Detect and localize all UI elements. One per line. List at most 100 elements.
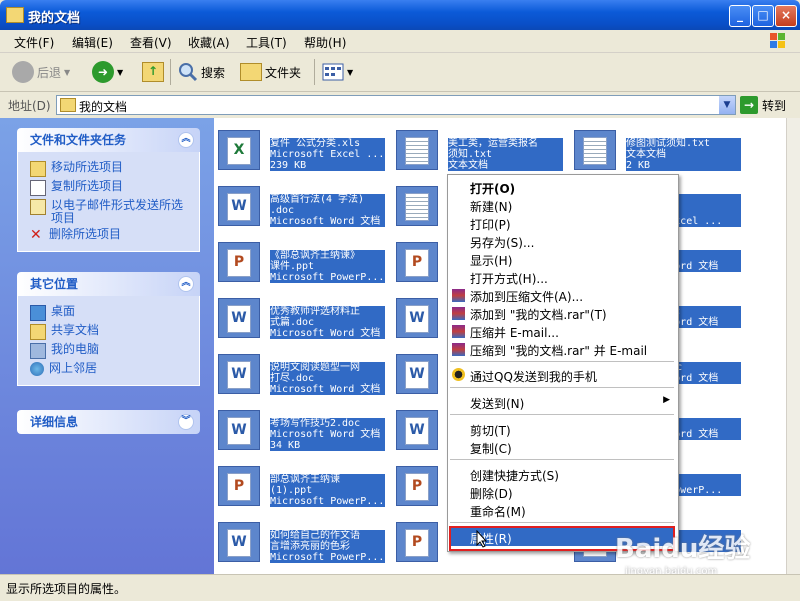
details-header[interactable]: 详细信息 ︾	[17, 410, 200, 434]
views-icon	[322, 63, 344, 81]
search-button[interactable]: 搜索	[178, 61, 225, 83]
window-title: 我的文档	[28, 11, 81, 26]
folders-button[interactable]: 文件夹	[240, 61, 301, 83]
file-item[interactable]: 修图测试须知.txt 文本文档 2 KB	[570, 124, 748, 172]
file-item[interactable]: 说明文阅读题型一网 打尽.doc Microsoft Word 文档	[214, 348, 392, 396]
txt-file-icon	[396, 186, 438, 226]
back-button[interactable]: 后退 ▼	[12, 61, 70, 83]
place-my-computer-label: 我的电脑	[51, 342, 100, 356]
vertical-scrollbar[interactable]	[786, 118, 800, 574]
go-button[interactable]: → 转到	[740, 95, 786, 115]
menu-open-with[interactable]: 打开方式(H)...	[470, 270, 548, 287]
menu-print[interactable]: 打印(P)	[470, 216, 511, 233]
menu-add-rar[interactable]: 添加到 "我的文档.rar"(T)	[470, 306, 607, 323]
menu-qq-send[interactable]: 通过QQ发送到我的手机	[470, 368, 597, 385]
task-copy[interactable]: 复制所选项目	[30, 180, 199, 196]
toolbar: 后退 ▼ ➜ ▼ ↑ 搜索 文件夹 ▼	[0, 53, 800, 92]
task-delete-label: 删除所选项目	[49, 227, 122, 241]
winrar-icon	[452, 307, 465, 320]
menu-help[interactable]: 帮助(H)	[304, 34, 346, 51]
place-my-computer[interactable]: 我的电脑	[30, 343, 199, 359]
menu-rename[interactable]: 重命名(M)	[470, 503, 526, 520]
expand-icon[interactable]: ︾	[178, 414, 194, 430]
collapse-icon[interactable]: ︽	[178, 276, 194, 292]
file-label: 《部总讽齐王纳谏》 课件.ppt Microsoft PowerP...	[270, 250, 385, 283]
address-dropdown-button[interactable]: ▼	[719, 96, 735, 114]
file-tasks-panel: 文件和文件夹任务 ︽ 移动所选项目 复制所选项目 以电子邮件形式发送所选项目 ✕…	[17, 128, 200, 252]
place-shared-docs[interactable]: 共享文档	[30, 324, 199, 340]
file-item[interactable]: 高级首行法(4 字法) .doc Microsoft Word 文档	[214, 180, 392, 228]
place-shared-docs-label: 共享文档	[51, 323, 100, 337]
task-pane: 文件和文件夹任务 ︽ 移动所选项目 复制所选项目 以电子邮件形式发送所选项目 ✕…	[0, 118, 214, 574]
file-tasks-header[interactable]: 文件和文件夹任务 ︽	[17, 128, 200, 152]
menu-favorites[interactable]: 收藏(A)	[188, 34, 230, 51]
maximize-button[interactable]: □	[752, 5, 774, 27]
menu-edit[interactable]: 编辑(E)	[72, 34, 113, 51]
file-item[interactable]: 优秀教师评选材料正 式篇.doc Microsoft Word 文档	[214, 292, 392, 340]
file-item[interactable]: 考场写作技巧2.doc Microsoft Word 文档 34 KB	[214, 404, 392, 452]
minimize-button[interactable]: _	[729, 5, 751, 27]
file-item[interactable]: 美工类，运营类报名 须知.txt 文本文档	[392, 124, 570, 172]
close-button[interactable]: ×	[775, 5, 797, 27]
place-desktop[interactable]: 桌面	[30, 305, 199, 321]
word-file-icon	[218, 410, 260, 450]
word-file-icon	[396, 410, 438, 450]
file-item[interactable]: 《部总讽齐王纳谏》 课件.ppt Microsoft PowerP...	[214, 236, 392, 284]
qq-icon	[452, 368, 465, 381]
word-file-icon	[218, 354, 260, 394]
menu-copy[interactable]: 复制(C)	[470, 440, 512, 457]
other-places-title: 其它位置	[30, 277, 79, 291]
views-button[interactable]: ▼	[322, 61, 353, 83]
windows-logo-icon	[770, 33, 785, 48]
desktop-icon	[30, 305, 46, 321]
details-panel: 详细信息 ︾	[17, 410, 200, 434]
context-menu: 打开(O) 新建(N) 打印(P) 另存为(S)... 显示(H) 打开方式(H…	[447, 174, 679, 552]
forward-button[interactable]: ➜ ▼	[92, 61, 123, 83]
address-input[interactable]: 我的文档 ▼	[56, 95, 736, 115]
address-value: 我的文档	[79, 100, 128, 114]
file-item[interactable]: 部总讽齐王纳谏 (1).ppt Microsoft PowerP...	[214, 460, 392, 508]
file-item[interactable]: 如何给自己的作文语 言增添亮丽的色彩 Microsoft PowerP...	[214, 516, 392, 564]
word-file-icon	[396, 354, 438, 394]
title-bar: 我的文档 _ □ ×	[0, 0, 800, 30]
file-label: 复件 公式分类.xls Microsoft Excel ... 239 KB	[270, 138, 385, 171]
menu-compress-rar-email[interactable]: 压缩到 "我的文档.rar" 并 E-mail	[470, 342, 647, 359]
chevron-down-icon: ▼	[117, 67, 124, 77]
menu-view[interactable]: 查看(V)	[130, 34, 172, 51]
task-delete[interactable]: ✕ 删除所选项目	[30, 227, 199, 243]
folder-icon	[240, 63, 262, 81]
address-label: 地址(D)	[8, 99, 51, 113]
file-label: 部总讽齐王纳谏 (1).ppt Microsoft PowerP...	[270, 474, 385, 507]
up-folder-button[interactable]: ↑	[142, 61, 164, 83]
network-icon	[30, 362, 44, 376]
menu-tools[interactable]: 工具(T)	[246, 34, 287, 51]
menu-save-as[interactable]: 另存为(S)...	[470, 234, 534, 251]
delete-x-icon: ✕	[30, 227, 42, 243]
other-places-header[interactable]: 其它位置 ︽	[17, 272, 200, 296]
menu-create-shortcut[interactable]: 创建快捷方式(S)	[470, 467, 559, 484]
menu-cut[interactable]: 剪切(T)	[470, 422, 511, 439]
file-label: 高级首行法(4 字法) .doc Microsoft Word 文档	[270, 194, 385, 227]
place-network[interactable]: 网上邻居	[30, 362, 199, 376]
file-label: 说明文阅读题型一网 打尽.doc Microsoft Word 文档	[270, 362, 385, 395]
menu-file[interactable]: 文件(F)	[14, 34, 54, 51]
file-item[interactable]: 复件 公式分类.xls Microsoft Excel ... 239 KB	[214, 124, 392, 172]
task-move-label: 移动所选项目	[51, 160, 124, 174]
collapse-icon[interactable]: ︽	[178, 132, 194, 148]
go-label: 转到	[762, 98, 787, 113]
task-move[interactable]: 移动所选项目	[30, 161, 199, 177]
up-arrow-icon: ↑	[142, 62, 164, 82]
baidu-watermark: Baidu经验	[615, 534, 751, 564]
menu-delete[interactable]: 删除(D)	[470, 485, 513, 502]
menu-show[interactable]: 显示(H)	[470, 252, 512, 269]
menu-new[interactable]: 新建(N)	[470, 198, 512, 215]
menu-compress-email[interactable]: 压缩并 E-mail...	[470, 324, 559, 341]
details-title: 详细信息	[30, 415, 79, 429]
menu-send-to[interactable]: 发送到(N)	[470, 395, 524, 412]
word-file-icon	[218, 298, 260, 338]
winrar-icon	[452, 325, 465, 338]
task-email[interactable]: 以电子邮件形式发送所选项目	[30, 199, 199, 225]
menu-open[interactable]: 打开(O)	[470, 180, 515, 197]
menu-add-archive[interactable]: 添加到压缩文件(A)...	[470, 288, 583, 305]
search-label: 搜索	[201, 65, 226, 80]
